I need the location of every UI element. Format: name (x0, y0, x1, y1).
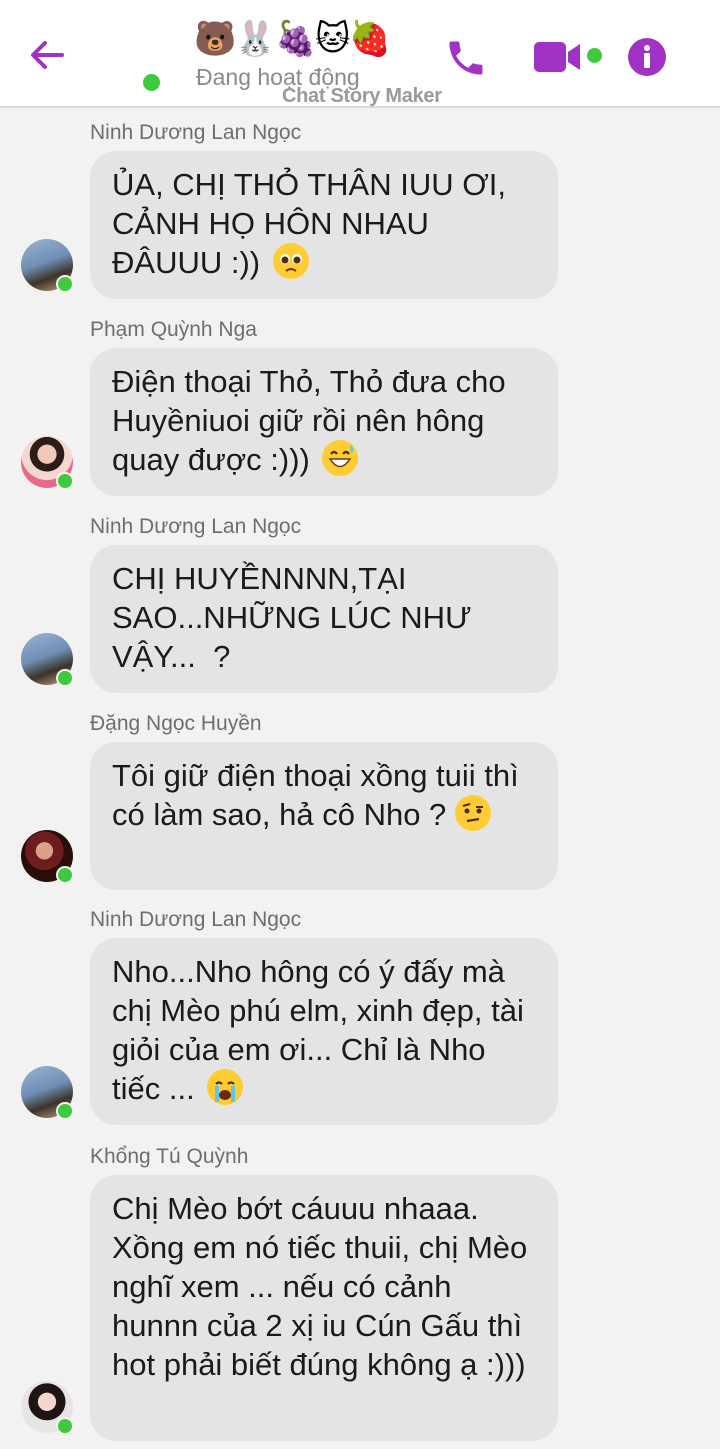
message-text: Nho...Nho hông có ý đấy mà chị Mèo phú e… (112, 954, 533, 1106)
message-text: Điện thoại Thỏ, Thỏ đưa cho Huyềniuoi gi… (112, 364, 515, 477)
online-status-dot (143, 74, 160, 91)
avatar[interactable] (21, 633, 74, 687)
message-bubble[interactable]: Điện thoại Thỏ, Thỏ đưa cho Huyềniuoi gi… (90, 348, 558, 496)
crying-face-icon (207, 1069, 244, 1105)
avatar[interactable] (21, 830, 74, 884)
sender-name: Đặng Ngọc Huyền (90, 712, 262, 735)
avatar[interactable] (21, 1381, 74, 1435)
sender-name: Ninh Dương Lan Ngọc (90, 121, 302, 144)
online-indicator (56, 1417, 74, 1435)
grinning-sweat-face-icon (322, 440, 359, 476)
avatar[interactable] (21, 1066, 74, 1120)
chat-title[interactable]: 🐻🐰🍇🐱🍓 (194, 18, 391, 60)
sender-name: Ninh Dương Lan Ngọc (90, 515, 302, 538)
phone-call-icon[interactable] (444, 36, 488, 80)
message-text: CHỊ HUYỀNNNN,TẠI SAO...NHỮNG LÚC NHƯ VẬY… (112, 561, 481, 674)
sender-name: Ninh Dương Lan Ngọc (90, 908, 302, 931)
avatar[interactable] (21, 436, 74, 490)
back-arrow-icon[interactable] (26, 34, 68, 76)
online-indicator (56, 669, 74, 687)
online-indicator (56, 1102, 74, 1120)
pleading-face-icon (272, 243, 309, 279)
message-bubble[interactable]: Tôi giữ điện thoại xồng tuii thì có làm … (90, 742, 558, 890)
watermark: Chat Story Maker (282, 85, 442, 107)
video-online-dot (587, 48, 602, 63)
online-indicator (56, 472, 74, 490)
chat-header: 🐻🐰🍇🐱🍓 Đang hoạt động Chat Story Maker (0, 0, 720, 108)
message-text: Chị Mèo bớt cáuuu nhaaa. Xồng em nó tiếc… (112, 1191, 536, 1382)
avatar[interactable] (21, 239, 74, 293)
online-indicator (56, 275, 74, 293)
raised-eyebrow-face-icon (454, 795, 491, 831)
online-indicator (56, 866, 74, 884)
info-icon[interactable] (627, 37, 667, 77)
message-bubble[interactable]: CHỊ HUYỀNNNN,TẠI SAO...NHỮNG LÚC NHƯ VẬY… (90, 545, 558, 693)
sender-name: Khổng Tú Quỳnh (90, 1145, 249, 1168)
message-text: ỦA, CHỊ THỎ THÂN IUU ƠI, CẢNH HỌ HÔN NHA… (112, 167, 515, 280)
message-bubble[interactable]: Nho...Nho hông có ý đấy mà chị Mèo phú e… (90, 938, 558, 1125)
message-bubble[interactable]: ỦA, CHỊ THỎ THÂN IUU ƠI, CẢNH HỌ HÔN NHA… (90, 151, 558, 299)
video-call-icon[interactable] (532, 38, 584, 76)
sender-name: Phạm Quỳnh Nga (90, 318, 257, 341)
message-bubble[interactable]: Chị Mèo bớt cáuuu nhaaa. Xồng em nó tiếc… (90, 1175, 558, 1441)
